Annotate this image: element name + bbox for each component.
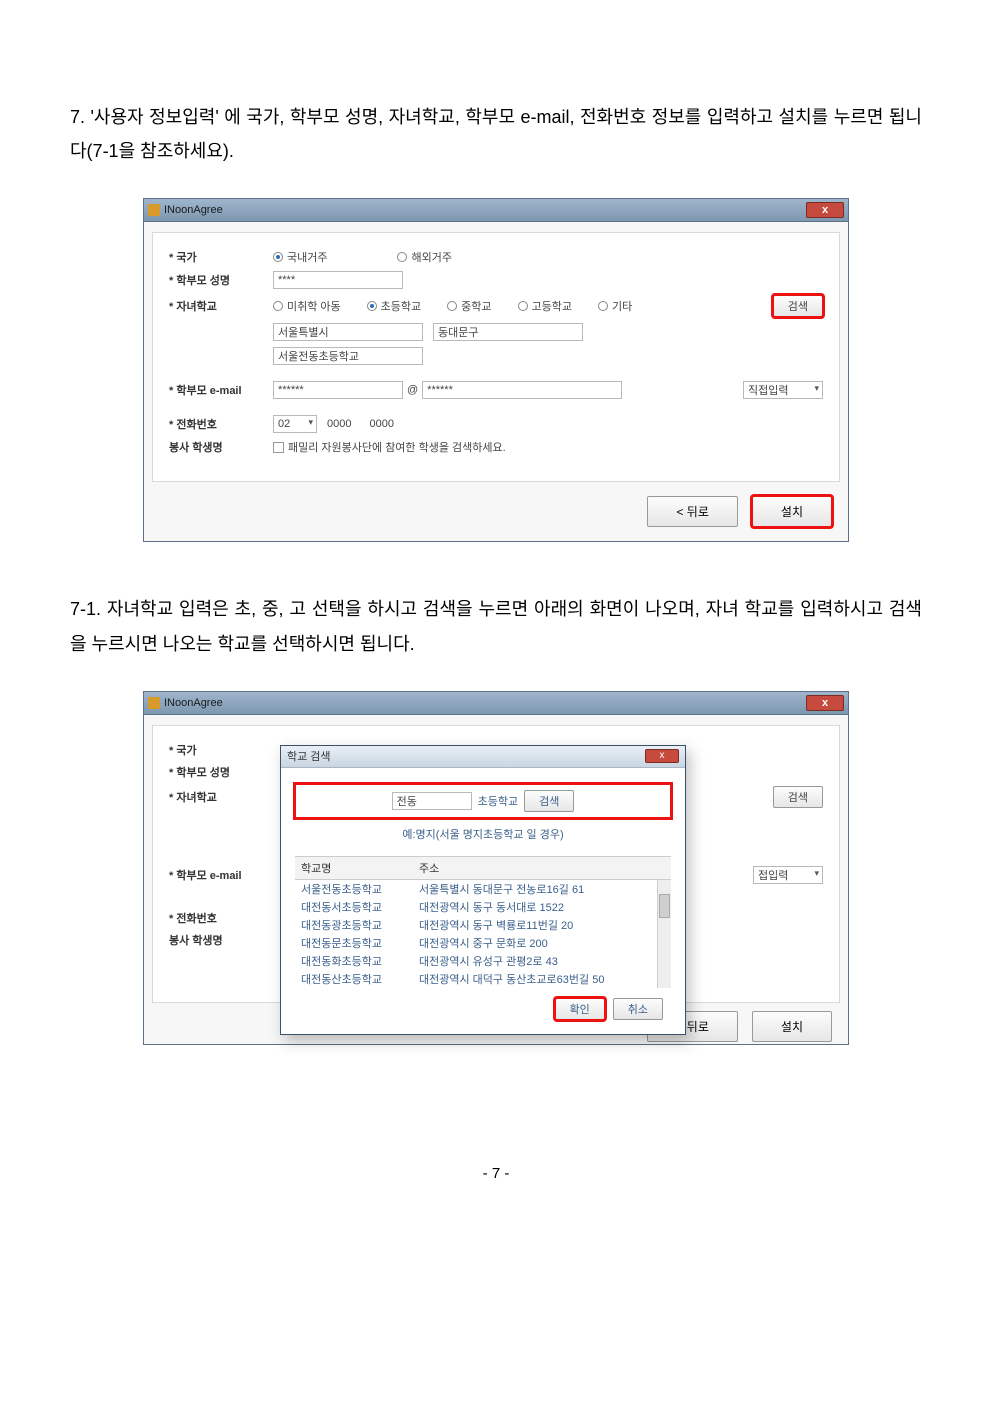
back-button[interactable]: < 뒤로 <box>647 496 737 527</box>
school-name-input[interactable]: 서울전동초등학교 <box>273 347 423 365</box>
close-icon[interactable]: x <box>806 202 844 218</box>
result-school-name: 대전동서초등학교 <box>295 898 413 916</box>
label-phone2: * 전화번호 <box>169 910 273 926</box>
result-header: 학교명 주소 <box>295 856 671 880</box>
label-country2: * 국가 <box>169 742 273 758</box>
phone-area-select[interactable]: 02 <box>273 415 317 433</box>
popup-ok-button[interactable]: 확인 <box>555 998 605 1020</box>
popup-cancel-button[interactable]: 취소 <box>613 998 663 1020</box>
step7-number: 7. <box>70 107 85 127</box>
scrollbar[interactable] <box>657 880 671 988</box>
label-country: * 국가 <box>169 249 273 265</box>
label-parent-name2: * 학부모 성명 <box>169 764 273 780</box>
result-address: 대전광역시 동구 벽룡로11번길 20 <box>413 916 671 934</box>
result-address: 대전광역시 대덕구 동산초교로63번길 50 <box>413 970 671 988</box>
email-local-input[interactable]: ****** <box>273 381 403 399</box>
result-row[interactable]: 대전동광초등학교대전광역시 동구 벽룡로11번길 20 <box>295 916 671 934</box>
result-address: 서울특별시 동대문구 전농로16길 61 <box>413 880 671 898</box>
label-child-school2: * 자녀학교 <box>169 789 273 805</box>
result-address: 대전광역시 중구 문화로 200 <box>413 934 671 952</box>
popup-search-button[interactable]: 검색 <box>524 790 574 812</box>
result-list[interactable]: 서울전동초등학교서울특별시 동대문구 전농로16길 61대전동서초등학교대전광역… <box>295 880 671 988</box>
step71-text: 자녀학교 입력은 초, 중, 고 선택을 하시고 검색을 누르면 아래의 화면이… <box>70 599 922 653</box>
install-button2[interactable]: 설치 <box>752 1011 832 1042</box>
region1-input[interactable]: 서울특별시 <box>273 323 423 341</box>
result-school-name: 서울전동초등학교 <box>295 880 413 898</box>
radio-etc[interactable]: 기타 <box>598 298 632 314</box>
label-volunteer2: 봉사 학생명 <box>169 932 273 948</box>
popup-hint: 예:명지(서울 명지초등학교 일 경우) <box>295 826 671 842</box>
email-at: @ <box>403 384 422 396</box>
close-icon[interactable]: x <box>806 695 844 711</box>
phone-mid: 0000 <box>327 418 351 430</box>
dialog1-titlebar: INoonAgree x <box>143 198 849 222</box>
step71-instruction: 7-1. 자녀학교 입력은 초, 중, 고 선택을 하시고 검색을 누르면 아래… <box>70 592 922 660</box>
label-parent-email2: * 학부모 e-mail <box>169 867 273 883</box>
col-address: 주소 <box>413 857 671 879</box>
label-volunteer: 봉사 학생명 <box>169 439 273 455</box>
school-search-popup: 학교 검색 x 전동 초등학교 검색 예:명지(서울 명지초등학교 일 경우) … <box>280 745 686 1035</box>
region2-input[interactable]: 동대문구 <box>433 323 583 341</box>
label-parent-name: * 학부모 성명 <box>169 272 273 288</box>
radio-overseas[interactable]: 해외거주 <box>397 249 451 265</box>
email-domain-select[interactable]: 직접입력 <box>743 381 823 399</box>
result-address: 대전광역시 동구 동서대로 1522 <box>413 898 671 916</box>
result-school-name: 대전동산초등학교 <box>295 970 413 988</box>
radio-high[interactable]: 고등학교 <box>518 298 572 314</box>
result-row[interactable]: 대전동화초등학교대전광역시 유성구 관평2로 43 <box>295 952 671 970</box>
school-search-button2[interactable]: 검색 <box>773 786 823 808</box>
result-row[interactable]: 대전동산초등학교대전광역시 대덕구 동산초교로63번길 50 <box>295 970 671 988</box>
label-phone: * 전화번호 <box>169 416 273 432</box>
dialog2-titlebar: INoonAgree x <box>143 691 849 715</box>
result-address: 대전광역시 유성구 관평2로 43 <box>413 952 671 970</box>
result-row[interactable]: 서울전동초등학교서울특별시 동대문구 전농로16길 61 <box>295 880 671 898</box>
page-number: - 7 - <box>70 1165 922 1182</box>
result-school-name: 대전동광초등학교 <box>295 916 413 934</box>
phone-last: 0000 <box>369 418 393 430</box>
popup-level-label: 초등학교 <box>478 793 518 809</box>
dialog2: INoonAgree x * 국가 * 학부모 성명 * 자녀학교 검색 * 학… <box>143 691 849 1045</box>
dialog1-title: INoonAgree <box>164 204 223 216</box>
dialog2-title: INoonAgree <box>164 697 223 709</box>
step7-text: '사용자 정보입력' 에 국가, 학부모 성명, 자녀학교, 학부모 e-mai… <box>70 107 922 161</box>
step71-number: 7-1. <box>70 599 101 619</box>
radio-elementary[interactable]: 초등학교 <box>367 298 421 314</box>
result-school-name: 대전동화초등학교 <box>295 952 413 970</box>
result-row[interactable]: 대전동서초등학교대전광역시 동구 동서대로 1522 <box>295 898 671 916</box>
result-row[interactable]: 대전동문초등학교대전광역시 중구 문화로 200 <box>295 934 671 952</box>
radio-domestic[interactable]: 국내거주 <box>273 249 327 265</box>
app-icon <box>148 204 160 216</box>
dialog1: INoonAgree x * 국가 국내거주 해외거주 * 학부모 성명 ***… <box>143 198 849 542</box>
install-button[interactable]: 설치 <box>752 496 832 527</box>
popup-close-icon[interactable]: x <box>645 749 679 763</box>
col-school-name: 학교명 <box>295 857 413 879</box>
result-school-name: 대전동문초등학교 <box>295 934 413 952</box>
app-icon <box>148 697 160 709</box>
label-parent-email: * 학부모 e-mail <box>169 382 273 398</box>
volunteer-checkbox[interactable] <box>273 442 284 453</box>
label-child-school: * 자녀학교 <box>169 298 273 314</box>
step7-instruction: 7. '사용자 정보입력' 에 국가, 학부모 성명, 자녀학교, 학부모 e-… <box>70 100 922 168</box>
volunteer-hint: 패밀리 자원봉사단에 참여한 학생을 검색하세요. <box>288 439 506 455</box>
radio-preschool[interactable]: 미취학 아동 <box>273 298 341 314</box>
popup-search-input[interactable]: 전동 <box>392 792 472 810</box>
popup-title-text: 학교 검색 <box>287 748 331 764</box>
email-domain-select2[interactable]: 접입력 <box>753 866 823 884</box>
email-domain-input[interactable]: ****** <box>422 381 622 399</box>
parent-name-input[interactable]: **** <box>273 271 403 289</box>
popup-titlebar: 학교 검색 x <box>281 746 685 768</box>
radio-middle[interactable]: 중학교 <box>447 298 491 314</box>
school-search-button[interactable]: 검색 <box>773 295 823 317</box>
